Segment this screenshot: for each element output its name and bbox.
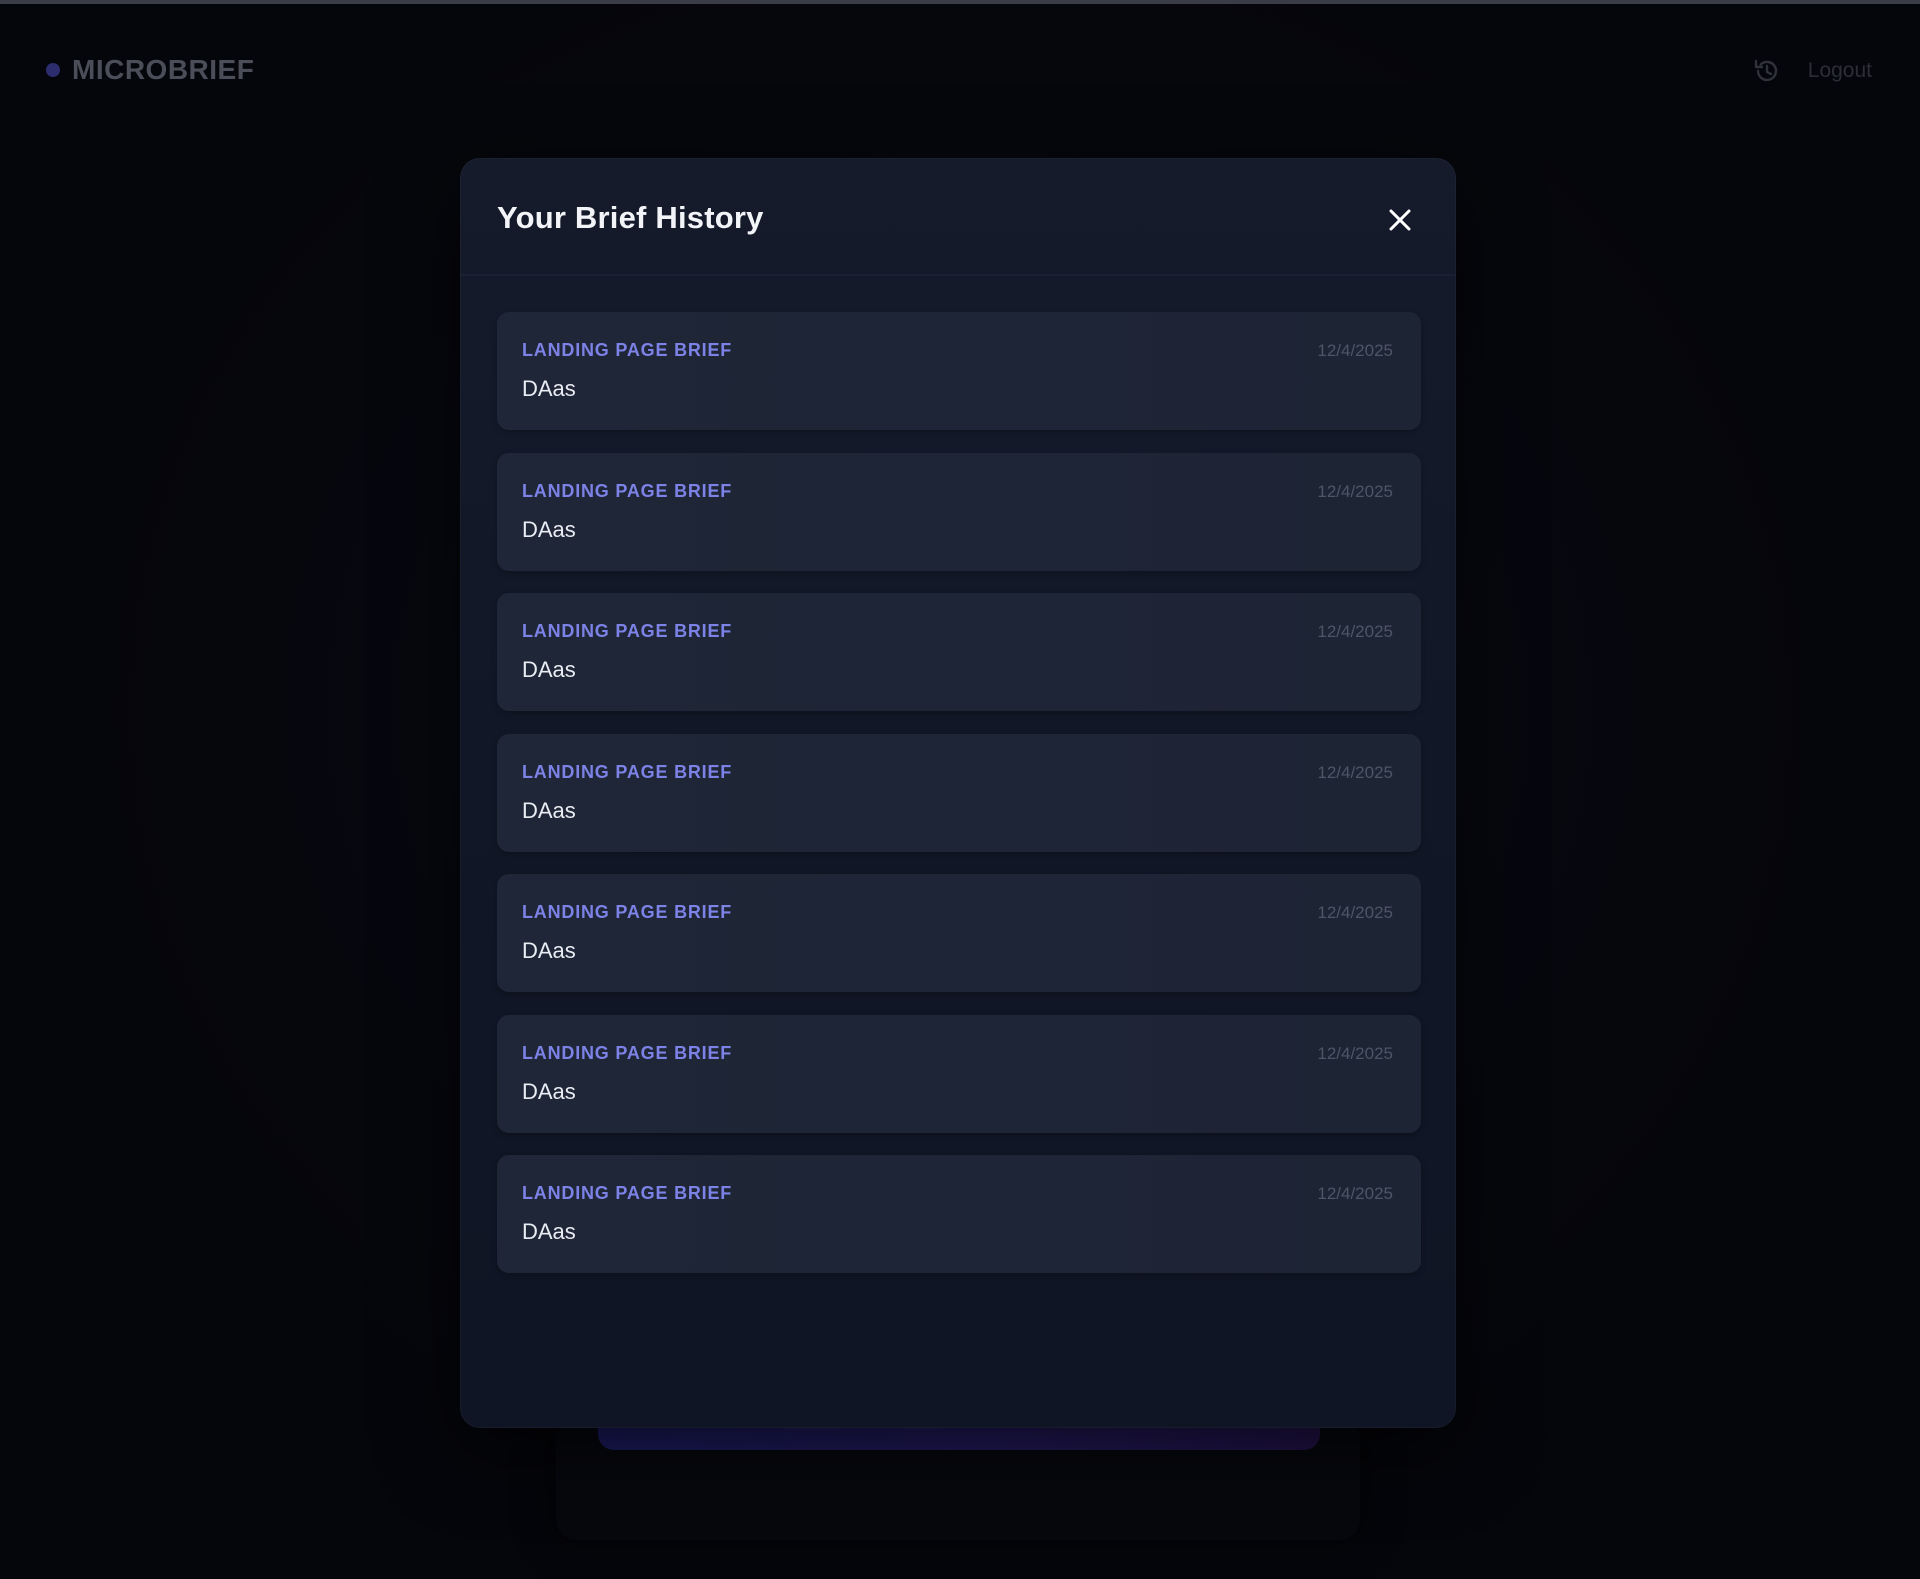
brief-title: DAas	[522, 797, 576, 823]
brand-logo[interactable]: MICROBRIEF	[46, 54, 254, 86]
brief-date: 12/4/2025	[1317, 622, 1393, 641]
brief-history-item[interactable]: LANDING PAGE BRIEF 12/4/2025 DAas	[497, 1014, 1421, 1133]
logout-button[interactable]: Logout	[1808, 59, 1872, 83]
modal-title: Your Brief History	[497, 200, 764, 235]
brief-date: 12/4/2025	[1317, 762, 1393, 782]
close-button[interactable]	[1380, 200, 1420, 240]
brand-name: MICROBRIEF	[72, 54, 255, 85]
brief-type-label: LANDING PAGE BRIEF	[522, 480, 733, 501]
brief-history-item[interactable]: LANDING PAGE BRIEF 12/4/2025 DAas	[497, 593, 1421, 711]
brief-title: DAas	[522, 516, 576, 542]
brief-history-list: LANDING PAGE BRIEF 12/4/2025 DAas LANDIN…	[497, 312, 1421, 1296]
brief-type-label: LANDING PAGE BRIEF	[522, 902, 733, 922]
brief-history-item[interactable]: LANDING PAGE BRIEF 12/4/2025 DAas	[497, 312, 1421, 430]
brief-title: DAas	[522, 376, 576, 401]
brief-title: DAas	[522, 938, 576, 963]
brief-type-label: LANDING PAGE BRIEF	[522, 621, 733, 641]
brief-type-label: LANDING PAGE BRIEF	[522, 761, 733, 782]
brief-type-label: LANDING PAGE BRIEF	[522, 1183, 733, 1203]
brand-dot-icon	[46, 63, 60, 77]
brief-history-item[interactable]: LANDING PAGE BRIEF 12/4/2025 DAas	[497, 452, 1421, 571]
brief-history-item[interactable]: LANDING PAGE BRIEF 12/4/2025 DAas	[497, 874, 1421, 992]
modal-header: Your Brief History	[460, 158, 1456, 276]
brief-type-label: LANDING PAGE BRIEF	[522, 1042, 733, 1063]
brief-date: 12/4/2025	[1317, 341, 1393, 360]
history-icon	[1754, 59, 1777, 82]
history-button[interactable]	[1752, 56, 1782, 86]
brief-title: DAas	[522, 1078, 576, 1104]
brief-history-item[interactable]: LANDING PAGE BRIEF 12/4/2025 DAas	[497, 733, 1421, 852]
brief-title: DAas	[522, 1219, 576, 1244]
brief-history-item[interactable]: LANDING PAGE BRIEF 12/4/2025 DAas	[497, 1155, 1421, 1273]
brief-title: DAas	[522, 657, 576, 682]
brief-date: 12/4/2025	[1317, 1184, 1393, 1203]
header-actions: Logout	[1752, 56, 1872, 86]
brief-history-modal: Your Brief History LANDING PAGE BRIEF 12…	[460, 158, 1456, 1428]
brief-date: 12/4/2025	[1317, 903, 1393, 922]
brief-date: 12/4/2025	[1317, 1043, 1393, 1063]
brief-type-label: LANDING PAGE BRIEF	[522, 340, 733, 360]
close-icon	[1389, 209, 1411, 231]
top-navigation-bar: MICROBRIEF Logout	[0, 4, 1920, 124]
brief-date: 12/4/2025	[1317, 481, 1393, 501]
